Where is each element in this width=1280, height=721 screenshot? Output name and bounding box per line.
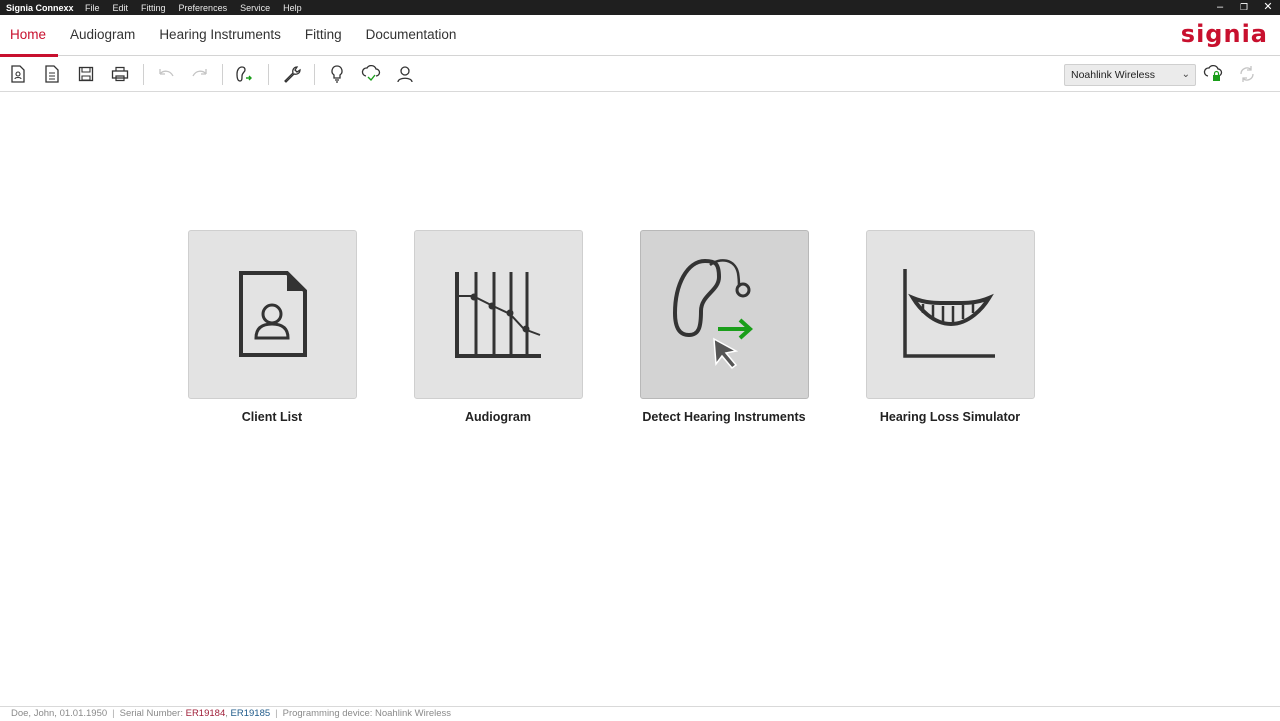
hearing-loss-simulator-icon bbox=[902, 268, 995, 358]
status-serial-left: ER19184 bbox=[185, 708, 226, 719]
close-button[interactable]: ✕ bbox=[1256, 0, 1280, 15]
menu-file[interactable]: File bbox=[85, 3, 100, 13]
app-title: Signia Connexx bbox=[6, 2, 74, 13]
title-bar: Signia Connexx File Edit Fitting Prefere… bbox=[0, 0, 1280, 15]
toolbar-divider bbox=[222, 64, 223, 85]
toolbar-divider bbox=[268, 64, 269, 85]
restore-button[interactable]: ❐ bbox=[1232, 0, 1256, 15]
detect-hearing-instrument-icon[interactable] bbox=[234, 64, 254, 84]
status-client: Doe, John, 01.01.1950 bbox=[11, 708, 108, 719]
status-bar: Doe, John, 01.01.1950 | Serial Number: ER1… bbox=[0, 706, 1280, 720]
save-icon[interactable] bbox=[76, 64, 96, 84]
status-serial-label: Serial Number: bbox=[119, 708, 183, 719]
undo-icon bbox=[156, 64, 176, 84]
programming-device-select[interactable]: Noahlink Wireless ⌄ bbox=[1064, 64, 1196, 86]
lightbulb-icon[interactable] bbox=[327, 64, 347, 84]
tab-hearing-instruments[interactable]: Hearing Instruments bbox=[147, 15, 293, 56]
menu-bar: File Edit Fitting Preferences Service He… bbox=[85, 3, 315, 13]
window-controls: – ❐ ✕ bbox=[1208, 0, 1280, 15]
programming-device-value: Noahlink Wireless bbox=[1071, 69, 1156, 81]
tab-documentation[interactable]: Documentation bbox=[354, 15, 469, 56]
audiogram-tile[interactable] bbox=[414, 230, 583, 399]
new-client-icon[interactable] bbox=[8, 64, 28, 84]
status-programming-device: Programming device: Noahlink Wireless bbox=[282, 708, 452, 719]
menu-edit[interactable]: Edit bbox=[113, 3, 129, 13]
toolbar: Noahlink Wireless ⌄ bbox=[0, 57, 1280, 92]
menu-fitting[interactable]: Fitting bbox=[141, 3, 166, 13]
user-icon[interactable] bbox=[395, 64, 415, 84]
refresh-icon bbox=[1237, 64, 1257, 84]
cloud-lock-icon[interactable] bbox=[1203, 64, 1223, 84]
cloud-check-icon[interactable] bbox=[361, 64, 381, 84]
minimize-button[interactable]: – bbox=[1208, 0, 1232, 15]
audiogram-label: Audiogram bbox=[465, 410, 531, 424]
client-list-label: Client List bbox=[241, 410, 303, 424]
menu-preferences[interactable]: Preferences bbox=[179, 3, 228, 13]
hearing-loss-simulator-label: Hearing Loss Simulator bbox=[879, 410, 1021, 424]
status-serial-right: ER19185 bbox=[230, 708, 271, 719]
detect-hearing-instruments-label: Detect Hearing Instruments bbox=[642, 410, 806, 424]
menu-service[interactable]: Service bbox=[240, 3, 270, 13]
toolbar-divider bbox=[314, 64, 315, 85]
nav-bar: Home Audiogram Hearing Instruments Fitti… bbox=[0, 15, 1280, 57]
tab-home[interactable]: Home bbox=[0, 15, 59, 57]
client-list-icon bbox=[238, 270, 307, 357]
tab-fitting[interactable]: Fitting bbox=[293, 15, 354, 56]
audiogram-icon bbox=[454, 271, 541, 358]
hearing-loss-simulator-tile[interactable] bbox=[866, 230, 1035, 399]
nav-tabs: Home Audiogram Hearing Instruments Fitti… bbox=[0, 15, 469, 57]
wrench-icon[interactable] bbox=[282, 64, 302, 84]
hearing-instrument-detect-icon bbox=[672, 258, 753, 369]
redo-icon bbox=[190, 64, 210, 84]
menu-help[interactable]: Help bbox=[283, 3, 302, 13]
client-list-tile[interactable] bbox=[188, 230, 357, 399]
chevron-down-icon: ⌄ bbox=[1181, 69, 1190, 80]
tab-audiogram[interactable]: Audiogram bbox=[58, 15, 147, 56]
document-icon[interactable] bbox=[42, 64, 62, 84]
detect-hearing-instruments-tile[interactable] bbox=[640, 230, 809, 399]
signia-logo: signia bbox=[1180, 20, 1268, 48]
toolbar-divider bbox=[143, 64, 144, 85]
print-icon[interactable] bbox=[110, 64, 130, 84]
